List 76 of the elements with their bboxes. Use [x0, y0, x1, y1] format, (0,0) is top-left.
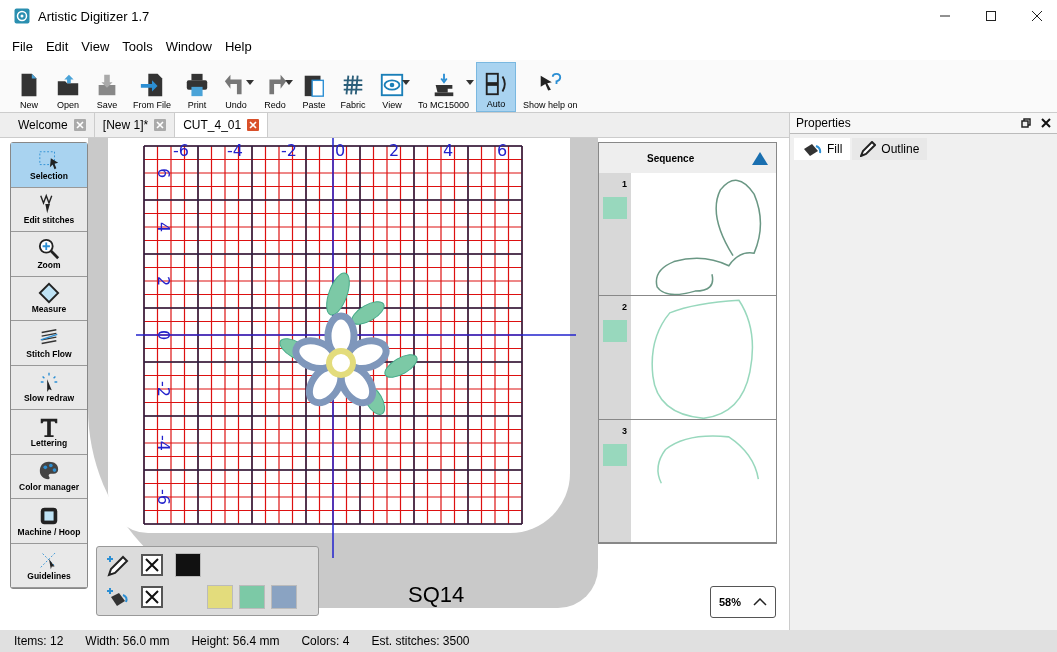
ruler-label: 6 — [497, 141, 508, 160]
toolbar-button[interactable]: Save — [88, 62, 126, 112]
sequence-thumbnail[interactable] — [631, 173, 776, 296]
ruler-label: -2 — [154, 381, 173, 397]
panel-title: Sequence — [647, 152, 695, 164]
triangle-up-icon[interactable] — [752, 151, 768, 165]
ruler-label: 0 — [154, 329, 173, 341]
ruler-label: 4 — [154, 221, 173, 233]
thread-swatch[interactable] — [175, 553, 201, 577]
app-logo-icon — [14, 8, 30, 24]
import-icon — [139, 72, 165, 98]
zoom-level-button[interactable]: 58% — [710, 586, 776, 618]
toolbar-button[interactable]: Redo — [256, 62, 294, 112]
status-text: Height: 56.4 mm — [191, 634, 280, 648]
document-tab[interactable]: Welcome — [10, 113, 95, 137]
pencil-icon[interactable] — [105, 553, 129, 577]
ruler-label: -4 — [154, 435, 173, 451]
chevron-up-icon — [753, 598, 767, 606]
toolbar-button[interactable]: Fabric — [334, 62, 372, 112]
eye-icon — [379, 72, 405, 98]
pencil-icon — [860, 141, 877, 157]
property-tab[interactable]: Outline — [852, 138, 928, 160]
toolbar-button[interactable]: Open — [49, 62, 87, 112]
panel-title: Properties — [796, 116, 851, 130]
paint-bucket-icon[interactable] — [105, 585, 129, 609]
sequence-number: 2 — [622, 302, 627, 313]
toolbar-button[interactable]: From File — [127, 62, 177, 112]
menu-item[interactable]: Tools — [122, 38, 153, 54]
no-color-checkbox[interactable] — [141, 554, 163, 576]
status-text: Width: 56.0 mm — [85, 634, 170, 648]
hoop-label: SQ14 — [408, 582, 465, 608]
toolbar-button[interactable]: Show help on — [517, 62, 584, 112]
toolbar-button[interactable]: Print — [178, 62, 216, 112]
menu-item[interactable]: Edit — [45, 38, 69, 54]
selection-arrow-icon — [38, 148, 60, 171]
ruler-label: 6 — [154, 167, 173, 179]
menu-item[interactable]: Help — [224, 38, 252, 54]
ruler-label: 4 — [443, 141, 454, 160]
maximize-icon[interactable] — [985, 10, 997, 22]
printer-icon — [184, 72, 210, 98]
ruler-label: 2 — [389, 141, 400, 160]
sequence-thumbnail[interactable] — [631, 419, 776, 542]
toolbar-button[interactable]: View — [373, 62, 411, 112]
menu-item[interactable]: File — [12, 38, 33, 54]
tool-button[interactable]: Selection — [11, 143, 87, 188]
toolbar-button[interactable]: To MC15000 — [412, 62, 476, 112]
ruler-label: -6 — [154, 489, 173, 505]
toolbar-button[interactable]: Paste — [295, 62, 333, 112]
restore-icon[interactable] — [1021, 118, 1031, 128]
window-title: Artistic Digitizer 1.7 — [38, 8, 150, 24]
ruler-label: 2 — [154, 275, 173, 287]
close-icon[interactable] — [1031, 10, 1043, 22]
pointer-icon — [38, 371, 60, 394]
ruler-icon — [38, 282, 60, 305]
status-text: Est. stitches: 3500 — [371, 634, 470, 648]
sequence-number: 3 — [622, 425, 627, 436]
paint-bucket-icon — [802, 141, 822, 157]
toolbar-button[interactable]: Undo — [217, 62, 255, 112]
thread-swatch[interactable] — [271, 585, 297, 609]
menu-item[interactable]: View — [81, 38, 110, 54]
folder-icon — [55, 72, 81, 98]
status-text: Items: 12 — [14, 634, 64, 648]
thread-swatch[interactable] — [207, 585, 233, 609]
close-icon[interactable] — [1041, 118, 1051, 128]
property-tab[interactable]: Fill — [794, 138, 851, 160]
document-tab[interactable]: CUT_4_01 — [175, 113, 269, 137]
status-text: Colors: 4 — [301, 634, 350, 648]
thread-swatch[interactable] — [239, 585, 265, 609]
sequence-thumbnail[interactable] — [631, 296, 776, 419]
ruler-label: 0 — [335, 141, 346, 160]
menu-item[interactable]: Window — [165, 38, 212, 54]
toolbar-button[interactable]: New — [10, 62, 48, 112]
sequence-number: 1 — [622, 179, 627, 189]
zoom-icon — [38, 237, 60, 260]
toolbar-button[interactable]: Auto — [476, 62, 517, 112]
no-color-checkbox[interactable] — [141, 586, 163, 608]
